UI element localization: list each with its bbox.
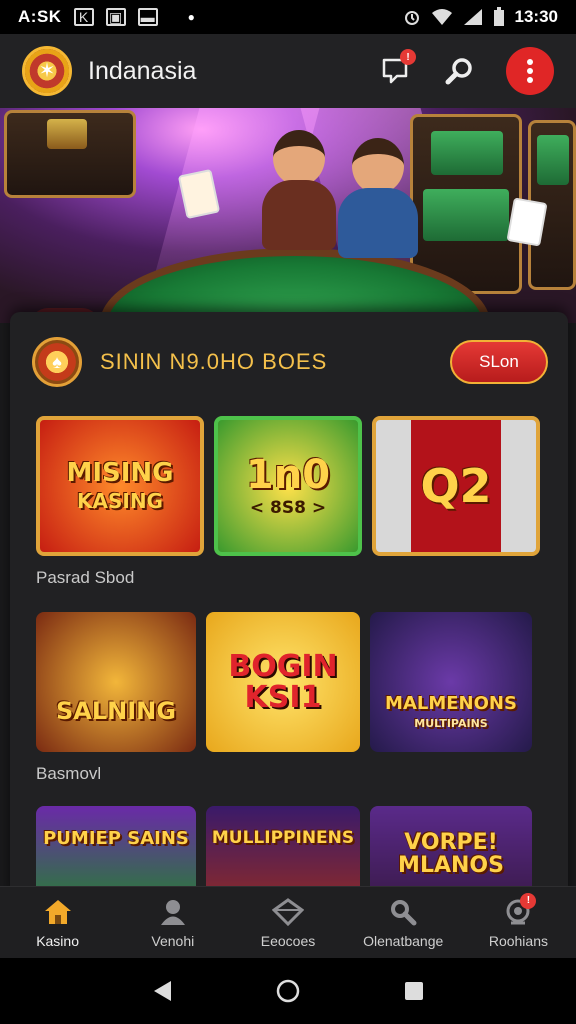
nav-badge: !: [520, 892, 537, 909]
bottom-navigation: Kasino Venohi Eeocoes Olenatbange ! Rooh…: [0, 886, 576, 958]
game-tile[interactable]: 1n0 < 8S8 >: [214, 416, 362, 556]
app-screen: A:SK K ▣ ▬ ● 13:30 Indanasia !: [0, 0, 576, 1024]
game-tile-title: MALMENONS: [385, 692, 517, 714]
alarm-icon: [404, 11, 419, 25]
row-label: Pasrad Sbod: [36, 568, 135, 587]
game-tile-title: MISING: [66, 457, 174, 488]
messages-button[interactable]: !: [378, 49, 416, 89]
home-circle-icon[interactable]: [275, 978, 301, 1004]
slot-wall-art: [4, 110, 136, 198]
nav-label: Eeocoes: [260, 932, 316, 949]
game-tile-title: PUMIEP SAINS: [43, 827, 189, 849]
game-tile-title: BOGIN KSI1: [228, 648, 338, 715]
app-actions: !: [378, 47, 554, 95]
nav-label: Kasino: [36, 932, 79, 949]
wifi-icon: [431, 9, 452, 25]
nav-item-kasino[interactable]: Kasino: [0, 887, 115, 958]
search-button[interactable]: [442, 53, 478, 89]
more-menu-button[interactable]: [506, 47, 554, 95]
nav-item-eeocoes[interactable]: Eeocoes: [230, 887, 345, 958]
nav-label: Roohians: [488, 932, 548, 949]
app-title: Indanasia: [88, 56, 197, 85]
row-label: Basmovl: [36, 764, 102, 783]
nav-label: Venohi: [151, 932, 195, 949]
section-emblem-icon: [32, 337, 82, 387]
app-logo: [22, 46, 72, 96]
game-tile[interactable]: SALNING: [36, 612, 196, 752]
game-tile[interactable]: Q2: [372, 416, 540, 556]
game-row: MISING KASING 1n0 < 8S8 > Q2: [36, 416, 540, 556]
status-right: 13:30: [403, 7, 558, 27]
section-title: SINlN N9.0HO BOES: [100, 349, 328, 374]
diamond-icon: [272, 897, 304, 926]
dealer-figure: [262, 130, 336, 250]
user-icon: [160, 899, 185, 925]
game-tile[interactable]: MALMENONS MULTIPAINS: [370, 612, 532, 752]
notification-image-icon: ▣: [105, 8, 126, 26]
status-clock: 13:30: [514, 7, 558, 26]
recents-icon[interactable]: [403, 980, 425, 1002]
system-navigation-bar: [0, 958, 576, 1024]
more-notifications-icon: ●: [187, 10, 195, 24]
status-bar: A:SK K ▣ ▬ ● 13:30: [0, 0, 576, 34]
app-bar: Indanasia !: [0, 34, 576, 108]
game-tile-title: Q2: [420, 458, 492, 513]
game-tile-title: SALNING: [56, 697, 176, 726]
dealer-figure: [338, 138, 418, 258]
notification-card-icon: ▬: [137, 8, 158, 26]
game-tile-title: MULLIPPINENS: [211, 828, 355, 849]
home-icon: [44, 899, 71, 924]
game-tile-subtitle: MULTIPAINS: [414, 716, 488, 730]
messages-badge: !: [400, 49, 416, 65]
game-tile-subtitle: < 8S8 >: [249, 498, 327, 519]
game-tile[interactable]: BOGIN KSI1: [206, 612, 360, 752]
search-icon: [391, 899, 417, 925]
back-icon[interactable]: [151, 979, 173, 1003]
section-header: SINlN N9.0HO BOES SLon: [32, 332, 548, 392]
signal-icon: [463, 9, 482, 25]
nav-item-roohians[interactable]: ! Roohians: [461, 887, 576, 958]
nav-label: Olenatbange: [363, 932, 444, 949]
section-action-button[interactable]: SLon: [450, 340, 548, 384]
search-icon: [445, 58, 472, 85]
game-tile-title: 1n0: [245, 452, 331, 499]
game-tile-title: VORPE! MLANOS: [398, 829, 504, 878]
nav-item-venohi[interactable]: Venohi: [115, 887, 230, 958]
hero-banner[interactable]: [0, 108, 576, 323]
nav-item-olenatbange[interactable]: Olenatbange: [346, 887, 461, 958]
game-tile[interactable]: MISING KASING: [36, 416, 204, 556]
notification-k-icon: K: [73, 8, 94, 26]
battery-icon: [493, 7, 504, 26]
game-tile-subtitle: KASING: [77, 489, 163, 514]
more-vertical-icon: [527, 59, 533, 83]
status-left-text: A:SK: [18, 7, 62, 26]
games-panel: SINlN N9.0HO BOES SLon MISING KASING 1n0…: [10, 312, 568, 902]
game-row: SALNING BOGIN KSI1 MALMENONS MULTIPAINS: [36, 612, 532, 752]
